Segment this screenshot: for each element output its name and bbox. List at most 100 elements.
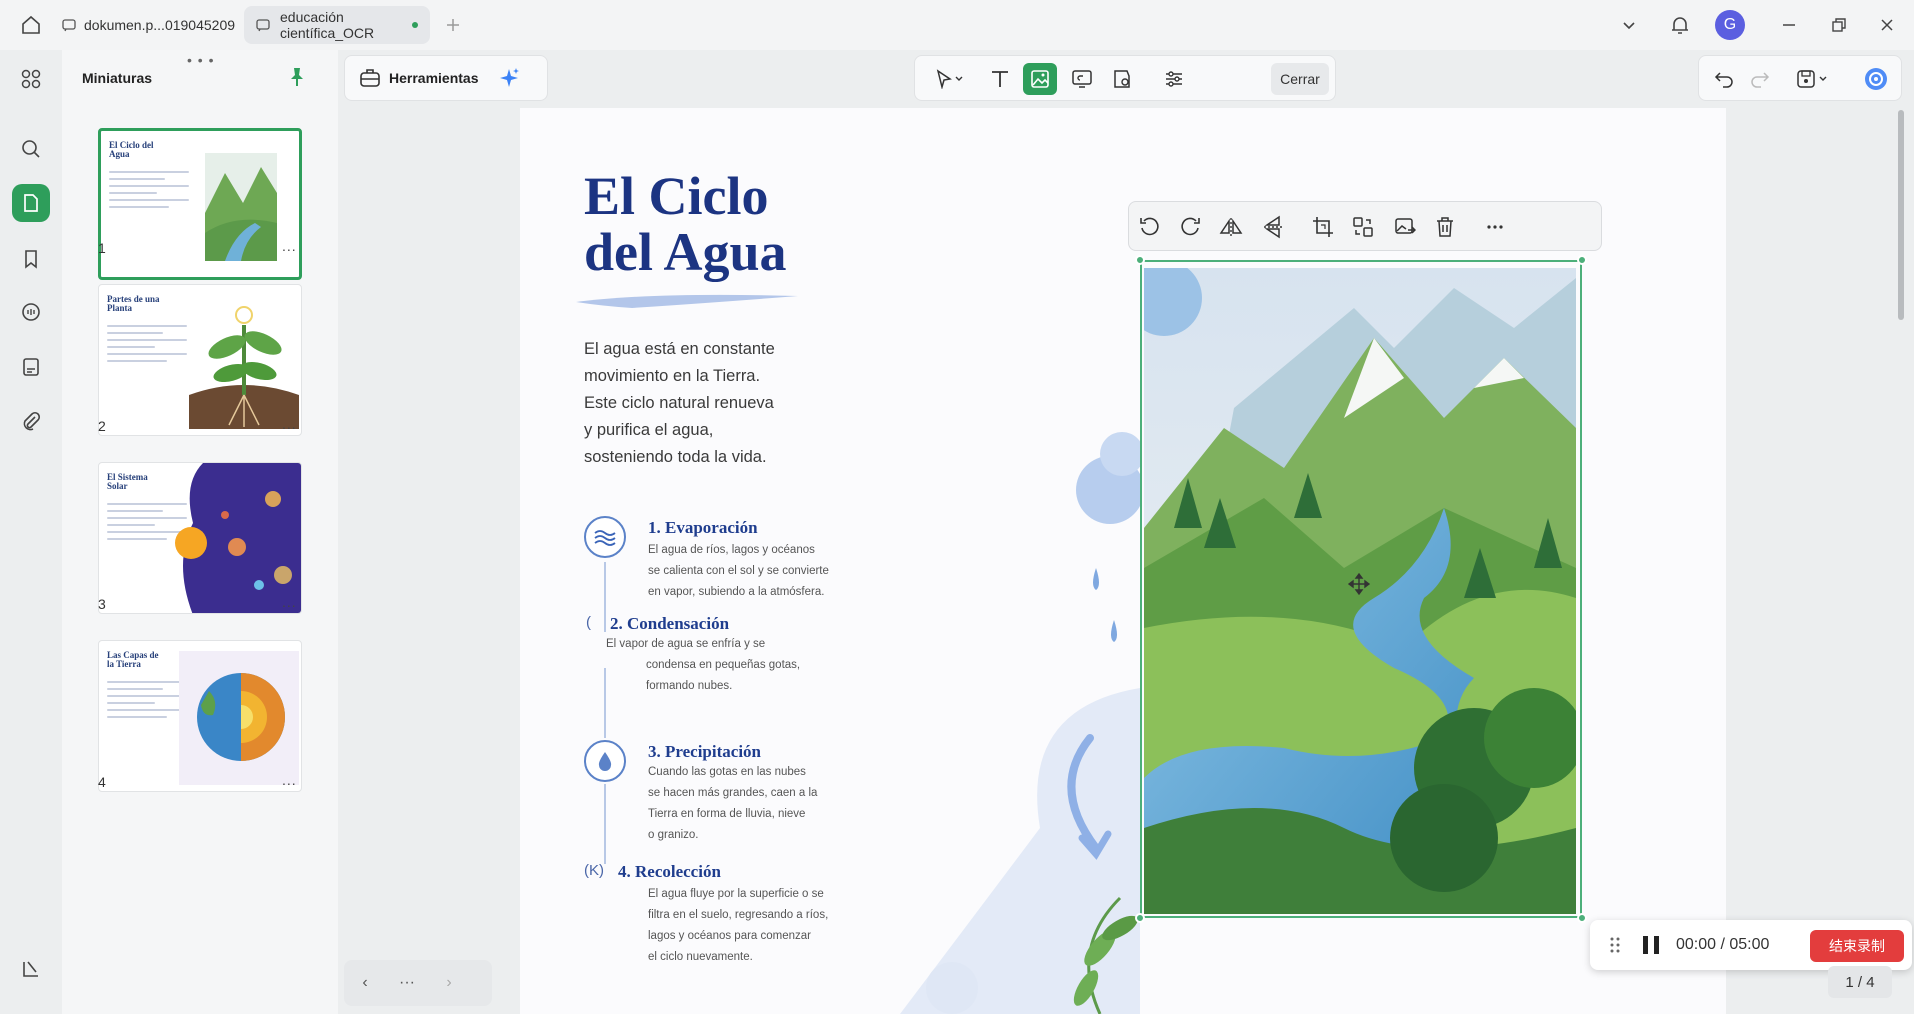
step-prefix: ( (586, 614, 591, 631)
thumbnail-more-button[interactable]: ... (282, 416, 297, 432)
minimize-icon[interactable] (1774, 10, 1804, 40)
step-desc-line: el ciclo nuevamente. (648, 951, 753, 963)
rotate-right-icon[interactable] (1175, 211, 1207, 243)
vertical-scrollbar[interactable] (1898, 110, 1904, 320)
resize-handle-bottom-right[interactable] (1577, 913, 1587, 923)
properties-sliders-icon[interactable] (1157, 63, 1191, 95)
step-title[interactable]: 3. Precipitación (648, 742, 761, 762)
step-title[interactable]: 1. Evaporación (648, 518, 758, 538)
select-cursor-icon[interactable] (925, 63, 973, 95)
thumbnails-icon[interactable] (12, 184, 50, 222)
document-page: El Ciclo del Agua El agua está en constan… (520, 108, 1726, 1014)
thumbnail-plant-image (189, 306, 299, 429)
resize-handle-top-right[interactable] (1577, 255, 1587, 265)
left-rail (0, 50, 62, 1014)
tools-label: Herramientas (389, 70, 479, 86)
intro-line: y purifica el agua, (584, 421, 714, 439)
apps-grid-icon[interactable] (12, 60, 50, 98)
shape-tool-icon[interactable] (1105, 63, 1139, 95)
image-tool-icon[interactable] (1023, 63, 1057, 95)
step-desc-line: formando nubes. (646, 680, 733, 692)
home-icon[interactable] (16, 10, 46, 40)
thumbnail-page-1[interactable]: El Ciclo del Agua (98, 128, 302, 280)
title-underline-brush (576, 294, 798, 308)
step-description[interactable]: Cuando las gotas en las nubes se hacen m… (648, 762, 848, 846)
thumbnail-solar-system-image (175, 463, 301, 613)
thumbnail-landscape-image (205, 153, 277, 261)
step-desc-line: lagos y océanos para comenzar (648, 930, 812, 942)
layers-toggle-icon[interactable] (12, 950, 50, 988)
resize-handle-top-left[interactable] (1135, 255, 1145, 265)
chevron-down-icon[interactable] (1614, 10, 1644, 40)
raindrop-icon (584, 740, 626, 782)
pin-icon[interactable] (286, 66, 310, 90)
step-desc-line: El vapor de agua se enfría y se (606, 638, 766, 650)
save-icon[interactable] (1789, 63, 1837, 95)
thumbnail-page-2[interactable]: Partes de una Planta (98, 284, 302, 436)
document-actions (1698, 55, 1902, 101)
thumbnail-more-button[interactable]: ... (282, 772, 297, 788)
close-edit-button[interactable]: Cerrar (1271, 63, 1329, 95)
page-navigation: ‹ ··· › (344, 960, 492, 1006)
attachment-icon[interactable] (12, 402, 50, 440)
new-tab-button[interactable] (438, 10, 468, 40)
replace-image-icon[interactable] (1347, 211, 1379, 243)
prev-page-button[interactable]: ‹ (352, 970, 378, 996)
link-tool-icon[interactable] (1065, 63, 1099, 95)
page-nav-more-button[interactable]: ··· (394, 970, 420, 996)
thumbnail-earth-layers-image (179, 651, 299, 785)
restore-icon[interactable] (1824, 10, 1854, 40)
avatar[interactable]: G (1715, 10, 1745, 40)
ai-sparkle-icon[interactable] (497, 66, 521, 90)
crop-icon[interactable] (1307, 211, 1339, 243)
bell-icon[interactable] (1665, 10, 1695, 40)
page-view-icon[interactable] (12, 348, 50, 386)
step-title[interactable]: 2. Condensación (610, 614, 729, 634)
tools-card[interactable]: Herramientas (344, 55, 548, 101)
document-icon (254, 16, 272, 34)
undo-icon[interactable] (1707, 63, 1741, 95)
thumbnail-more-button[interactable]: ... (282, 238, 297, 254)
stop-recording-button[interactable]: 结束录制 (1810, 930, 1904, 962)
flip-horizontal-icon[interactable] (1215, 211, 1247, 243)
step-description[interactable]: El agua fluye por la superficie o se fil… (648, 884, 848, 968)
page-title[interactable]: El Ciclo del Agua (584, 168, 844, 280)
toolbox-icon (359, 67, 381, 89)
title-bar: dokumen.p...019045209 educación científi… (0, 0, 1914, 50)
drag-handle-icon[interactable] (1610, 937, 1620, 953)
redo-icon[interactable] (1743, 63, 1777, 95)
recording-timer: 00:00 / 05:00 (1676, 936, 1770, 953)
pause-icon[interactable] (1640, 934, 1662, 956)
extract-image-icon[interactable] (1389, 211, 1421, 243)
comment-icon[interactable] (12, 294, 50, 332)
search-icon[interactable] (12, 130, 50, 168)
rotate-left-icon[interactable] (1133, 211, 1165, 243)
tab-document-1[interactable]: dokumen.p...019045209 (52, 6, 242, 44)
step-connector (604, 562, 606, 632)
resize-handle-bottom-left[interactable] (1135, 913, 1145, 923)
delete-icon[interactable] (1429, 211, 1461, 243)
step-connector (604, 784, 606, 864)
document-icon (62, 16, 76, 34)
thumbnails-panel: • • • Miniaturas El Ciclo del Agua 1 ...… (62, 50, 338, 1014)
ai-assistant-icon[interactable] (1859, 63, 1893, 95)
panel-drag-handle[interactable]: • • • (187, 52, 214, 68)
step-title[interactable]: 4. Recolección (618, 862, 721, 882)
intro-paragraph[interactable]: El agua está en constante movimiento en … (584, 336, 844, 471)
text-tool-icon[interactable] (983, 63, 1017, 95)
thumbnail-page-3[interactable]: El Sistema Solar (98, 462, 302, 614)
more-options-icon[interactable] (1479, 211, 1511, 243)
bookmark-icon[interactable] (12, 240, 50, 278)
step-description[interactable]: El agua de ríos, lagos y océanos se cali… (648, 540, 848, 603)
flip-vertical-icon[interactable] (1257, 211, 1289, 243)
move-cursor-icon (1348, 573, 1370, 595)
image-toolbar (1128, 201, 1602, 251)
step-description[interactable]: El vapor de agua se enfría y se condensa… (606, 634, 836, 697)
thumbnail-more-button[interactable]: ... (282, 594, 297, 610)
close-icon[interactable] (1872, 10, 1902, 40)
thumbnail-title: El Sistema Solar (107, 472, 148, 491)
thumbnail-number: 3 (98, 596, 106, 612)
tab-document-2[interactable]: educación científica_OCR (244, 6, 430, 44)
next-page-button[interactable]: › (436, 970, 462, 996)
thumbnail-page-4[interactable]: Las Capas de la Tierra (98, 640, 302, 792)
